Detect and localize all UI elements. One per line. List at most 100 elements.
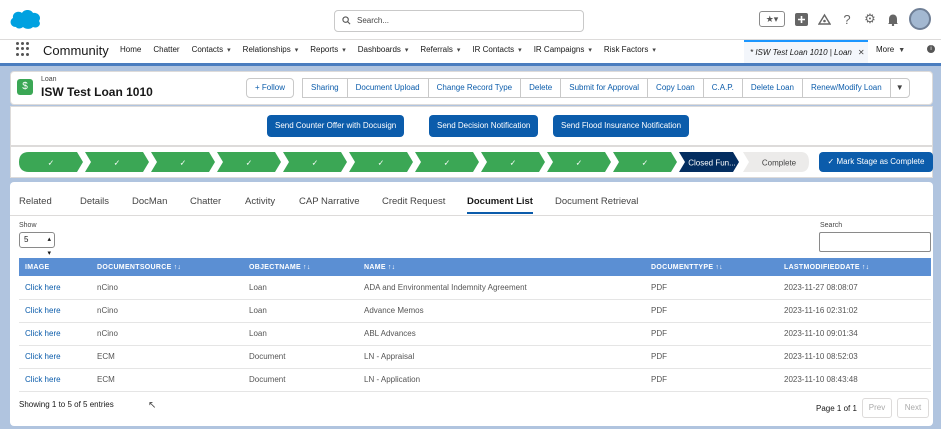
- nav-item-contacts[interactable]: Contacts ▾: [192, 45, 231, 54]
- column-header-label: LASTMODIFIEDDATE: [784, 263, 860, 271]
- action-submit-for-approval-button[interactable]: Submit for Approval: [560, 78, 649, 98]
- click-here-link[interactable]: Click here: [19, 276, 91, 300]
- showing-entries-text: Showing 1 to 5 of 5 entries: [19, 400, 114, 409]
- action-sharing-button[interactable]: Sharing: [302, 78, 348, 98]
- column-header-objectname[interactable]: OBJECTNAME ↑↓: [243, 258, 358, 276]
- nav-item-label: Risk Factors: [603, 45, 649, 54]
- column-header-label: IMAGE: [25, 263, 50, 271]
- sort-icon[interactable]: ↑↓: [303, 264, 311, 271]
- list-search-input[interactable]: [819, 232, 931, 252]
- action-delete-button[interactable]: Delete: [520, 78, 562, 98]
- table-cell-type: PDF: [645, 276, 778, 300]
- record-actions: + Follow Sharing Document Upload Change Re…: [246, 78, 910, 98]
- table-cell-type: PDF: [645, 345, 778, 369]
- add-icon[interactable]: [794, 12, 808, 26]
- column-header-documenttype[interactable]: DOCUMENTTYPE ↑↓: [645, 258, 778, 276]
- action-button-panel: Send Counter Offer with Docusign Send De…: [10, 106, 933, 146]
- nav-more-button[interactable]: More ▼: [876, 45, 905, 54]
- prev-page-button[interactable]: Prev: [862, 398, 892, 418]
- show-entries-select[interactable]: 5 ▴ ▾: [19, 232, 55, 257]
- actions-dropdown-icon[interactable]: ▼: [889, 78, 910, 98]
- table-cell-date: 2023-11-10 09:01:34: [778, 322, 931, 346]
- table-cell-date: 2023-11-10 08:52:03: [778, 345, 931, 369]
- tab-chatter[interactable]: Chatter: [190, 196, 221, 207]
- sales-path: ✓ ✓ ✓ ✓ ✓ ✓ ✓ ✓ ✓ ✓ Closed Fun... Complete ✓ Mark S…: [10, 146, 933, 178]
- user-avatar[interactable]: [909, 8, 931, 30]
- column-header-documentsource[interactable]: DOCUMENTSOURCE ↑↓: [91, 258, 243, 276]
- action-delete-loan-button[interactable]: Delete Loan: [741, 78, 803, 98]
- close-icon[interactable]: ✕: [858, 48, 865, 57]
- next-page-button[interactable]: Next: [897, 398, 929, 418]
- nav-item-ir-contacts[interactable]: IR Contacts ▾: [472, 45, 521, 54]
- column-header-name[interactable]: NAME ↑↓: [358, 258, 645, 276]
- table-cell-name: ADA and Environmental Indemnity Agreemen…: [358, 276, 645, 300]
- tab-activity[interactable]: Activity: [245, 196, 275, 207]
- send-decision-notification-button[interactable]: Send Decision Notification: [429, 115, 539, 137]
- tab-document-list[interactable]: Document List: [467, 196, 533, 214]
- nav-item-relationships[interactable]: Relationships ▾: [243, 45, 299, 54]
- action-renew-modify-loan-button[interactable]: Renew/Modify Loan: [802, 78, 891, 98]
- send-counter-offer-button[interactable]: Send Counter Offer with Docusign: [267, 115, 405, 137]
- action-copy-loan-button[interactable]: Copy Loan: [647, 78, 704, 98]
- table-cell-name: LN - Appraisal: [358, 345, 645, 369]
- tab-credit-request[interactable]: Credit Request: [382, 196, 445, 207]
- info-icon[interactable]: i: [927, 45, 935, 53]
- show-entries-label: Show: [19, 222, 37, 229]
- salesforce-logo-icon[interactable]: [8, 8, 42, 30]
- tab-docman[interactable]: DocMan: [132, 196, 167, 207]
- sort-icon[interactable]: ↑↓: [388, 264, 396, 271]
- record-tabs: Related Details DocMan Chatter Activity CAP N…: [10, 192, 933, 216]
- chevron-down-icon: ▾: [294, 46, 299, 54]
- nav-item-ir-campaigns[interactable]: IR Campaigns ▾: [534, 45, 592, 54]
- sort-icon[interactable]: ↑↓: [715, 264, 723, 271]
- column-header-label: OBJECTNAME: [249, 263, 302, 271]
- action-c-a-p-button[interactable]: C.A.P.: [702, 78, 743, 98]
- help-icon[interactable]: ?: [840, 12, 854, 27]
- tab-related[interactable]: Related: [19, 196, 52, 207]
- nav-item-dashboards[interactable]: Dashboards ▾: [358, 45, 409, 54]
- table-header-row: IMAGE DOCUMENTSOURCE ↑↓ OBJECTNAME ↑↓ NAME ↑↓ D…: [19, 258, 931, 276]
- click-here-link[interactable]: Click here: [19, 345, 91, 369]
- app-name: Community: [43, 43, 109, 58]
- app-launcher-icon[interactable]: [16, 42, 30, 56]
- tab-document-retrieval[interactable]: Document Retrieval: [555, 196, 638, 207]
- setup-icon[interactable]: ⚙: [863, 11, 877, 26]
- column-header-lastmodifieddate[interactable]: LASTMODIFIEDDATE ↑↓: [778, 258, 931, 276]
- header-tools: ★▾ ? ⚙: [759, 4, 931, 34]
- list-search-label: Search: [820, 222, 843, 229]
- path-stage-current-label: Closed Fun...: [688, 159, 736, 168]
- table-cell-object: Document: [243, 368, 358, 392]
- column-header-image[interactable]: IMAGE: [19, 258, 91, 276]
- action-change-record-type-button[interactable]: Change Record Type: [427, 78, 522, 98]
- nav-item-chatter[interactable]: Chatter: [153, 45, 179, 54]
- sort-icon[interactable]: ↑↓: [174, 264, 182, 271]
- nav-item-label: Referrals: [420, 45, 453, 54]
- follow-button[interactable]: + Follow: [246, 78, 295, 98]
- click-here-link[interactable]: Click here: [19, 322, 91, 346]
- chevron-down-icon: ▾: [518, 46, 522, 54]
- click-here-link[interactable]: Click here: [19, 368, 91, 392]
- nav-item-reports[interactable]: Reports ▾: [310, 45, 346, 54]
- click-here-link[interactable]: Click here: [19, 299, 91, 323]
- nav-item-referrals[interactable]: Referrals ▾: [420, 45, 460, 54]
- checkmark-icon: ✓: [312, 159, 319, 168]
- trailhead-icon[interactable]: [817, 12, 831, 26]
- nav-item-risk-factors[interactable]: Risk Factors ▾: [604, 45, 656, 54]
- table-cell-source: ECM: [91, 345, 243, 369]
- table-cell-object: Loan: [243, 276, 358, 300]
- checkmark-icon: ✓: [48, 159, 55, 168]
- send-flood-insurance-button[interactable]: Send Flood Insurance Notification: [553, 115, 690, 137]
- nav-item-label: IR Contacts: [472, 45, 515, 54]
- table-cell-name: ABL Advances: [358, 322, 645, 346]
- nav-item-home[interactable]: Home: [120, 45, 141, 54]
- mark-stage-complete-button[interactable]: ✓ Mark Stage as Complete: [819, 152, 933, 172]
- nav-tab-current-record[interactable]: * ISW Test Loan 1010 | Loan ✕: [744, 40, 868, 63]
- notifications-icon[interactable]: [886, 12, 900, 26]
- table-cell-source: ECM: [91, 368, 243, 392]
- action-document-upload-button[interactable]: Document Upload: [346, 78, 429, 98]
- global-search-input[interactable]: Search...: [334, 10, 584, 32]
- sort-icon[interactable]: ↑↓: [862, 264, 870, 271]
- tab-cap-narrative[interactable]: CAP Narrative: [299, 196, 360, 207]
- tab-details[interactable]: Details: [80, 196, 109, 207]
- favorites-button[interactable]: ★▾: [759, 11, 785, 27]
